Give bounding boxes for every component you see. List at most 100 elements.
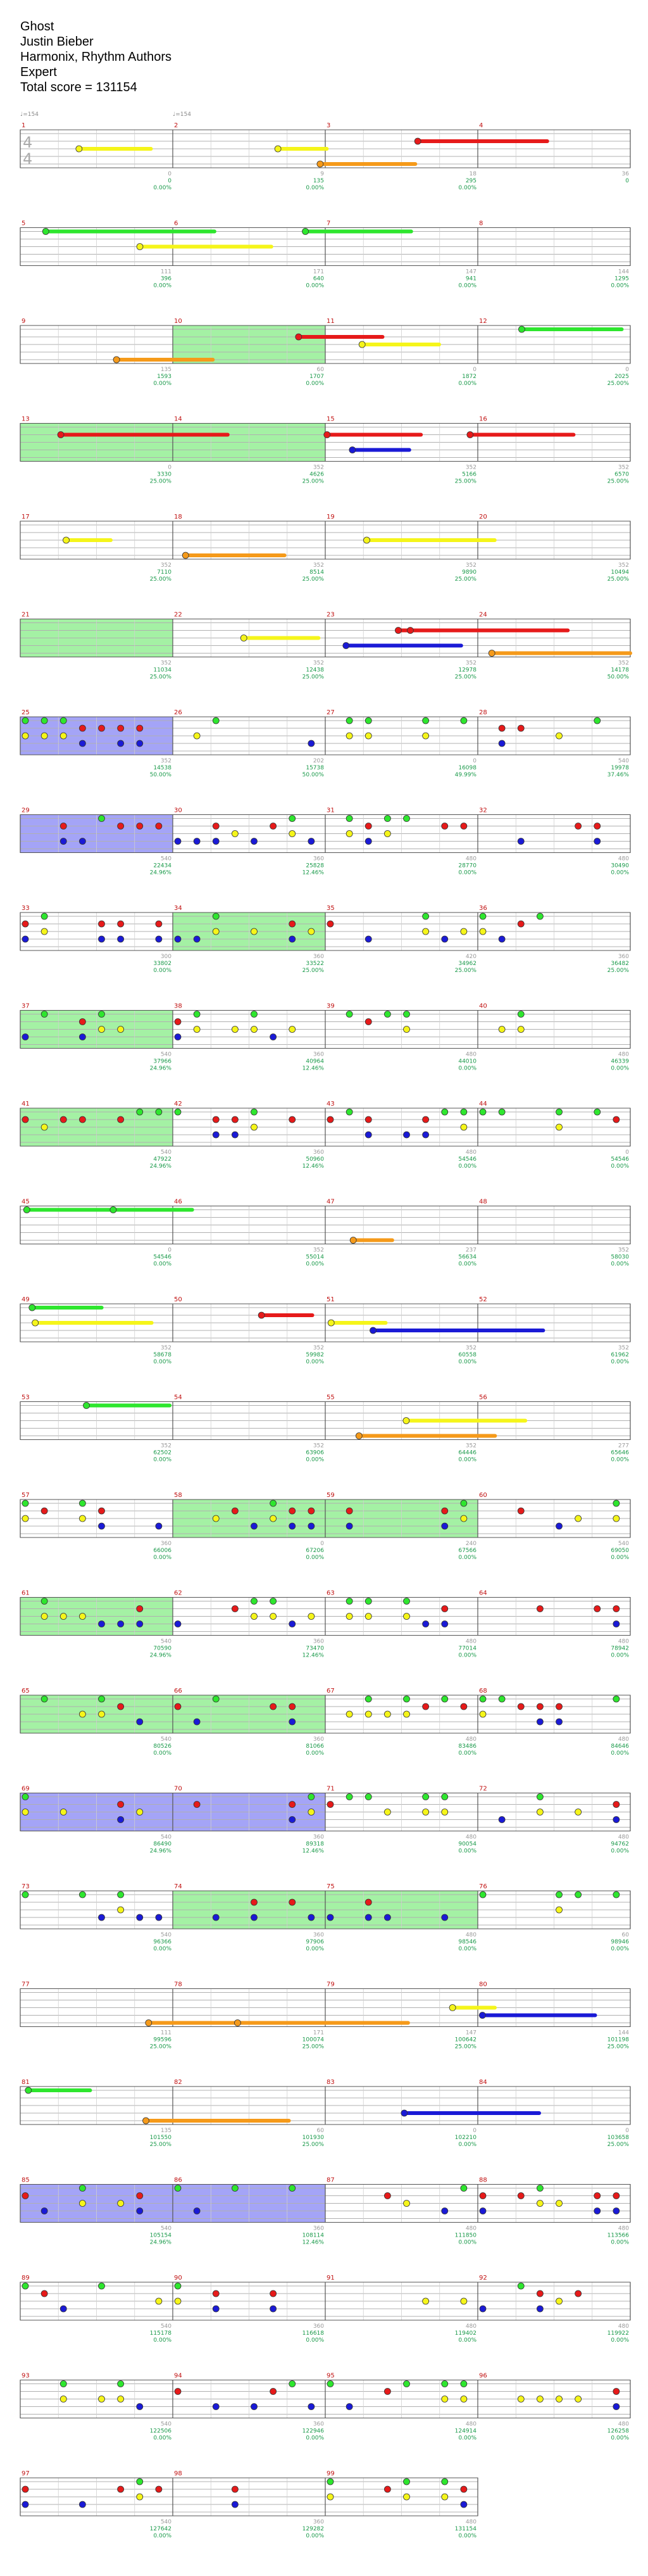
- note-red: [289, 920, 296, 928]
- measure-score: 66006: [153, 1548, 171, 1554]
- note-blue: [536, 2305, 544, 2313]
- note-count: 144: [618, 2030, 629, 2036]
- measure-number: 35: [327, 905, 335, 912]
- measure-number: 8: [479, 220, 483, 227]
- measure-number: 74: [174, 1883, 182, 1890]
- measure-number: 36: [479, 905, 487, 912]
- measure-multiplier: 0.00%: [306, 2337, 324, 2344]
- measure-multiplier: 0.00%: [306, 381, 324, 387]
- note-green: [594, 717, 601, 724]
- note-green: [364, 1793, 372, 1800]
- note-orange: [142, 2117, 149, 2125]
- measure-number: 54: [174, 1394, 182, 1401]
- note-yellow: [422, 732, 430, 740]
- note-red: [40, 2290, 48, 2297]
- measure-multiplier: 0.00%: [458, 381, 477, 387]
- measure-score: 58678: [153, 1352, 171, 1358]
- measure-number: 5: [22, 220, 25, 227]
- note-red: [136, 724, 144, 732]
- note-green: [78, 2185, 86, 2192]
- note-yellow: [240, 635, 247, 641]
- measure-score: 122506: [150, 2428, 172, 2435]
- note-yellow: [98, 2396, 105, 2402]
- note-yellow: [40, 1613, 48, 1620]
- note-count: 360: [313, 2226, 324, 2232]
- note-red: [479, 2192, 487, 2199]
- note-green: [556, 1891, 563, 1898]
- note-count: 0: [625, 1149, 629, 1156]
- note-count: 352: [618, 465, 629, 471]
- note-blue: [78, 1033, 86, 1040]
- note-green: [460, 2380, 468, 2387]
- note-yellow: [136, 2493, 144, 2501]
- measure-score: 8514: [309, 569, 324, 576]
- note-blue: [193, 838, 201, 845]
- note-blue: [613, 1816, 620, 1823]
- measure-score: 59982: [306, 1352, 324, 1358]
- note-count: 540: [161, 2519, 171, 2525]
- note-green: [212, 717, 220, 724]
- note-green: [346, 815, 353, 822]
- measure-number: 20: [479, 514, 487, 521]
- note-count: 60: [622, 1932, 630, 1938]
- note-yellow: [364, 1613, 372, 1620]
- note-blue: [251, 1522, 258, 1530]
- note-red: [517, 1703, 525, 1710]
- measure-number: 48: [479, 1199, 487, 1206]
- measure-multiplier: 50.00%: [302, 772, 325, 778]
- measure-score: 37966: [153, 1059, 171, 1065]
- measure-number: 53: [22, 1394, 30, 1401]
- note-blue: [193, 935, 201, 943]
- measure-number: 45: [22, 1199, 30, 1206]
- note-blue: [594, 838, 601, 845]
- note-count: 352: [161, 562, 171, 569]
- measure-score: 19978: [611, 765, 629, 771]
- note-green: [117, 2380, 125, 2387]
- measure-multiplier: 0.00%: [611, 1261, 629, 1268]
- note-blue: [117, 740, 125, 747]
- measure-score: 119402: [455, 2330, 477, 2337]
- note-yellow: [251, 928, 258, 935]
- note-red: [270, 823, 277, 830]
- measure-score: 7110: [157, 569, 171, 576]
- measure-score: 116618: [302, 2330, 325, 2337]
- note-red: [78, 1116, 86, 1123]
- note-green: [364, 1598, 372, 1605]
- measure-score: 62502: [153, 1450, 171, 1456]
- measure-number: 21: [22, 612, 30, 619]
- measure-number: 40: [479, 1003, 487, 1010]
- note-count: 360: [313, 1834, 324, 1841]
- measure-multiplier: 0.00%: [306, 1946, 324, 1952]
- measure-multiplier: 0.00%: [611, 2435, 629, 2442]
- note-green: [383, 1011, 391, 1018]
- note-blue: [327, 1914, 334, 1921]
- measure-number: 55: [327, 1394, 335, 1401]
- note-yellow: [403, 2200, 410, 2207]
- note-count: 480: [466, 1639, 477, 1645]
- measure-multiplier: 0.00%: [611, 1555, 629, 1561]
- measure-multiplier: 0.00%: [153, 185, 171, 191]
- measure-multiplier: 25.00%: [608, 968, 630, 974]
- note-green: [346, 1793, 353, 1800]
- measure-number: 18: [174, 514, 182, 521]
- measure-multiplier: 50.00%: [150, 772, 172, 778]
- note-blue: [212, 838, 220, 845]
- measure-score: 34962: [458, 961, 477, 967]
- note-blue: [270, 2305, 277, 2313]
- measure-multiplier: 25.00%: [150, 479, 172, 485]
- note-blue: [174, 1620, 182, 1627]
- note-yellow: [193, 732, 201, 740]
- measure-multiplier: 0.00%: [458, 1653, 477, 1659]
- measure-multiplier: 0.00%: [458, 2435, 477, 2442]
- measure-multiplier: 0.00%: [153, 283, 171, 289]
- note-count: 480: [618, 856, 629, 862]
- measure-multiplier: 0.00%: [611, 1653, 629, 1659]
- measure-score: 6570: [614, 472, 629, 478]
- note-yellow: [364, 1710, 372, 1718]
- measure-number: 61: [22, 1590, 30, 1597]
- note-count: 0: [473, 367, 477, 373]
- measure-score: 33522: [306, 961, 324, 967]
- measure-multiplier: 0.00%: [306, 1555, 324, 1561]
- measure-number: 79: [327, 1981, 335, 1988]
- note-yellow: [22, 1809, 29, 1815]
